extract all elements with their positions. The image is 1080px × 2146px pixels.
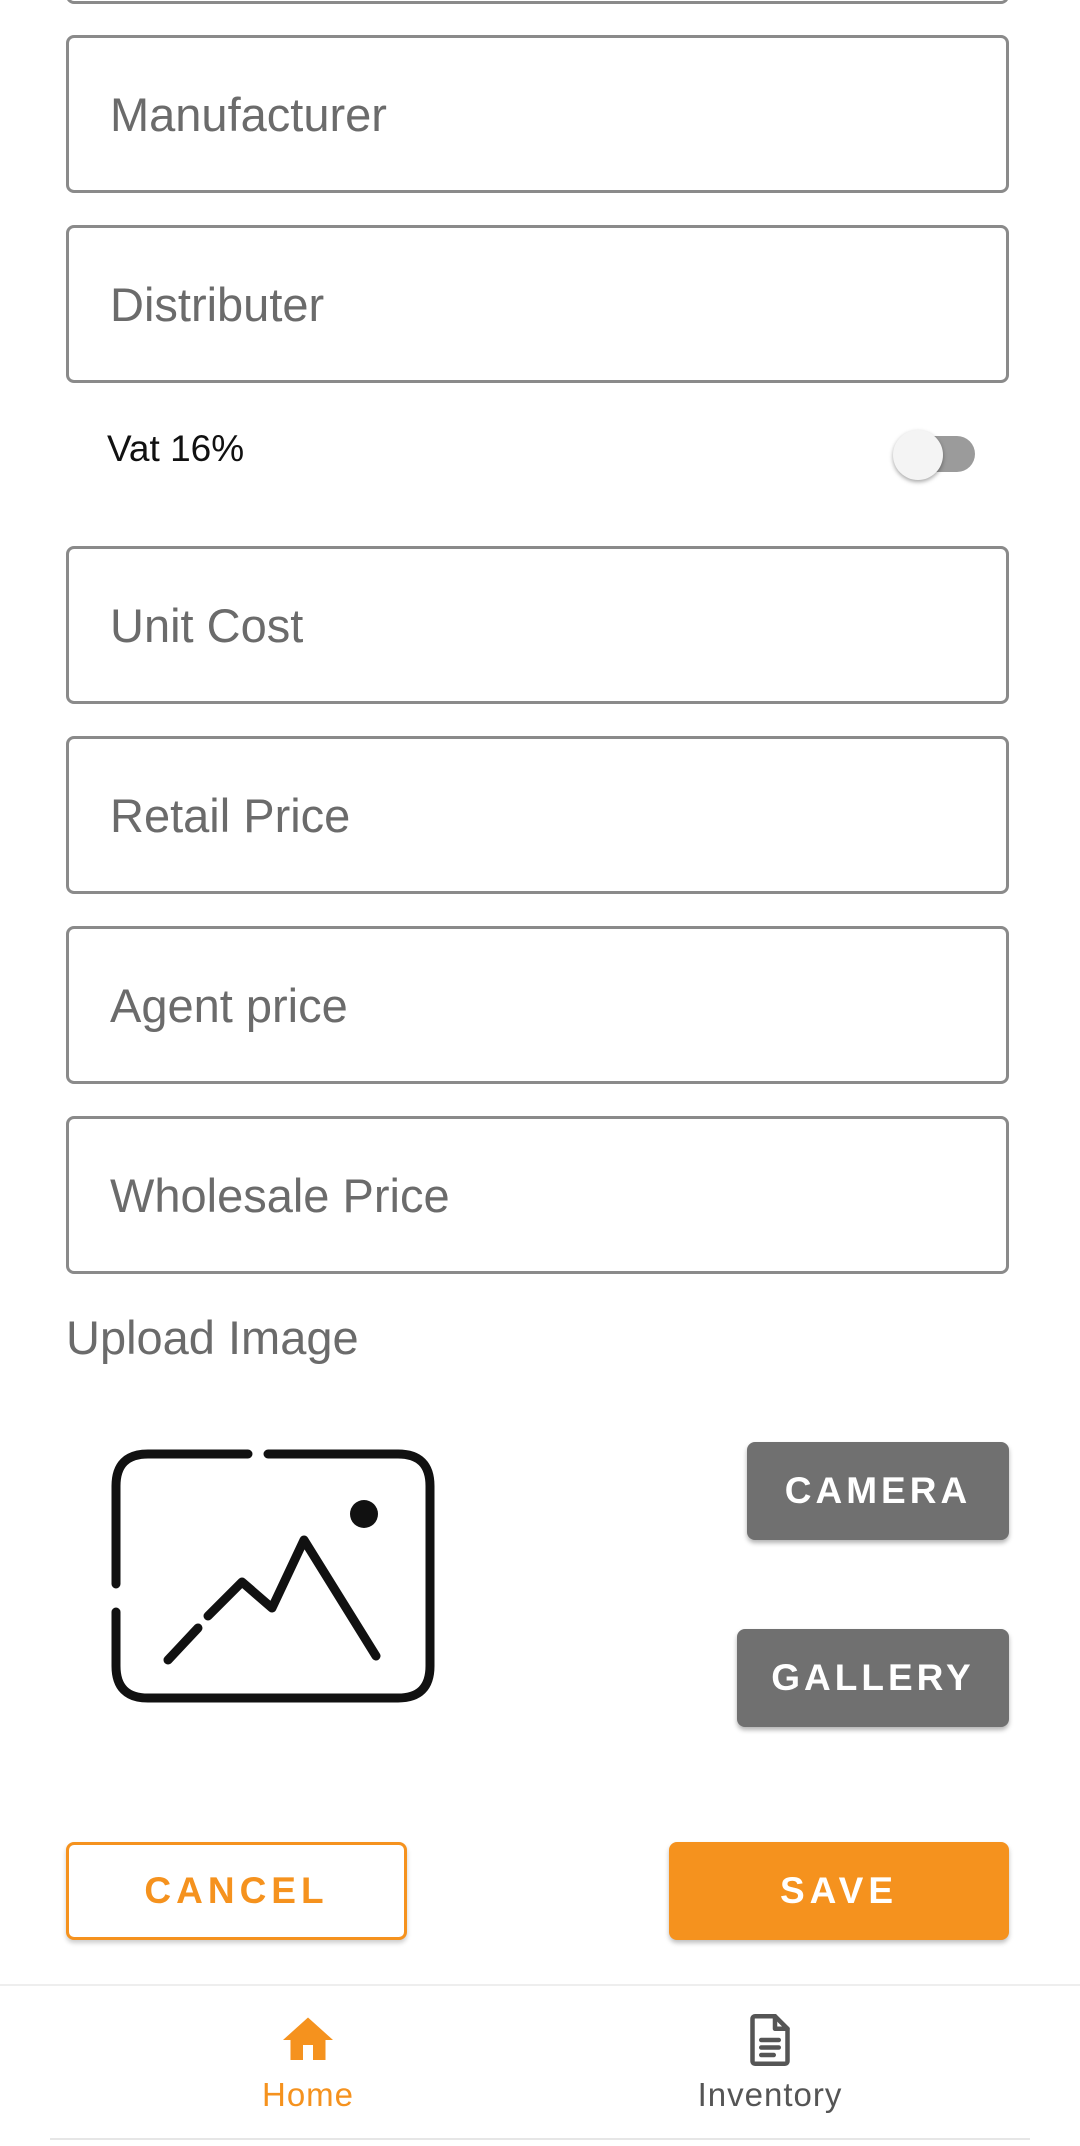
gallery-button[interactable]: GALLERY	[737, 1629, 1009, 1727]
distributer-field[interactable]	[66, 225, 1009, 383]
distributer-input[interactable]	[69, 228, 1006, 380]
retail-price-input[interactable]	[69, 739, 1006, 891]
manufacturer-input[interactable]	[69, 38, 1006, 190]
unit-cost-input[interactable]	[69, 549, 1006, 701]
unit-cost-field[interactable]	[66, 546, 1009, 704]
agent-price-field[interactable]	[66, 926, 1009, 1084]
bottom-navigation: Home Inventory	[0, 1984, 1080, 2146]
nav-bottom-divider	[50, 2138, 1030, 2140]
wholesale-price-input[interactable]	[69, 1119, 1006, 1271]
image-placeholder-icon	[108, 1444, 438, 1706]
save-button[interactable]: SAVE	[669, 1842, 1009, 1940]
manufacturer-field[interactable]	[66, 35, 1009, 193]
home-icon	[283, 2017, 333, 2060]
vat-label: Vat 16%	[107, 428, 245, 469]
wholesale-price-field[interactable]	[66, 1116, 1009, 1274]
cancel-button[interactable]: CANCEL	[66, 1842, 407, 1940]
add-product-form-screen: Vat 16% Upload Image CAMERA GALLERY CANC…	[0, 0, 1080, 2146]
vat-toggle[interactable]	[893, 430, 979, 480]
vat-toggle-thumb	[893, 430, 943, 480]
previous-field-edge[interactable]	[66, 0, 1009, 4]
vat-row: Vat 16%	[66, 412, 1009, 488]
nav-label-home: Home	[261, 2076, 355, 2113]
nav-label-inventory: Inventory	[697, 2076, 843, 2113]
document-icon	[750, 2014, 790, 2066]
camera-button[interactable]: CAMERA	[747, 1442, 1009, 1540]
nav-item-home[interactable]: Home	[178, 2010, 438, 2120]
nav-item-inventory[interactable]: Inventory	[640, 2010, 900, 2120]
agent-price-input[interactable]	[69, 929, 1006, 1081]
retail-price-field[interactable]	[66, 736, 1009, 894]
upload-image-label: Upload Image	[66, 1311, 359, 1364]
